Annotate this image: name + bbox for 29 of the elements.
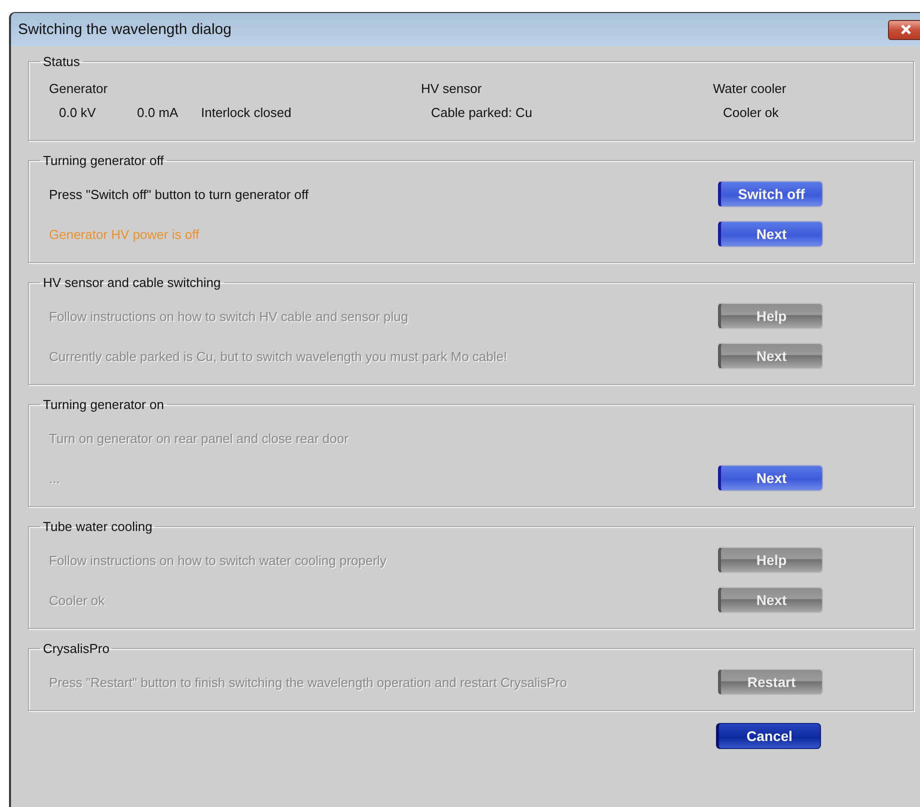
status-value: Interlock closed [201, 105, 292, 120]
status-value: 0.0 mA [137, 105, 180, 120]
close-icon [900, 24, 912, 35]
instruction-text: ... [49, 470, 61, 486]
cancel-button[interactable]: Cancel [716, 723, 821, 749]
instruction-text: Follow instructions on how to switch HV cable and sensor plug [49, 308, 410, 324]
action-button[interactable]: Next [718, 221, 823, 247]
group-title: Turning generator on [42, 397, 165, 412]
group-title: CrysalisPro [42, 641, 110, 656]
status-label: Generator [49, 81, 108, 96]
group-title: HV sensor and cable switching [42, 275, 222, 290]
action-button[interactable]: Switch off [718, 181, 823, 207]
status-message: Generator HV power is off [49, 226, 200, 242]
group-title: Tube water cooling [42, 519, 154, 534]
status-label: HV sensor [421, 81, 482, 96]
instruction-text: Press "Switch off" button to turn generator off [49, 186, 310, 202]
instruction-text: Cooler ok [49, 592, 106, 608]
instruction-text: Follow instructions on how to switch water cooling properly [49, 552, 388, 568]
instruction-text: Turn on generator on rear panel and close rear door [49, 430, 350, 446]
window-title: Switching the wavelength dialog [18, 21, 232, 38]
status-value: Cable parked: Cu [430, 105, 532, 120]
instruction-text: Currently cable parked is Cu, but to switch wavelength you must park Mo cable! [49, 348, 508, 364]
close-button[interactable] [888, 20, 920, 40]
status-value: Cooler ok [722, 105, 779, 120]
status-label: Water cooler [713, 81, 786, 96]
group-title: Turning generator off [42, 153, 165, 168]
status-value: 0.0 kV [58, 105, 97, 120]
group-title: Status [42, 54, 81, 69]
instruction-text: Press "Restart" button to finish switching the wavelength operation and restart CrysalisPro [49, 674, 568, 690]
